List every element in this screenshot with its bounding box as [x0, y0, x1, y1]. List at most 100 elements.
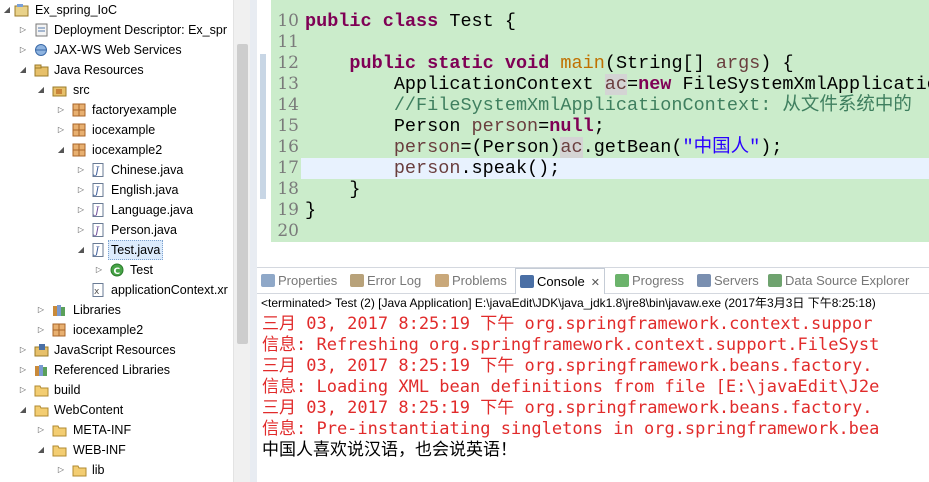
tree-item-label: Test — [130, 263, 153, 277]
project-explorer: ◢ Ex_spring_IoC ▷ Deployment Descriptor:… — [0, 0, 233, 482]
collapse-arrow-icon[interactable]: ▷ — [56, 120, 66, 140]
variable-occurrence: ac — [604, 74, 627, 95]
scrollbar-thumb[interactable] — [237, 44, 248, 344]
tree-item-package-iocexample[interactable]: ▷ iocexample — [0, 120, 233, 140]
tree-item-label: Ex_spring_IoC — [35, 3, 117, 17]
tab-data-source-explorer[interactable]: Data Source Explorer — [768, 268, 909, 294]
line-number-gutter: 10 11 12 13 14 15 16 17 18 19 20 — [271, 0, 301, 242]
tab-servers[interactable]: Servers — [697, 268, 759, 294]
tree-item-package-iocexample2-2[interactable]: ▷ iocexample2 — [0, 320, 233, 340]
tree-item-deployment-descriptor[interactable]: ▷ Deployment Descriptor: Ex_spr — [0, 20, 233, 40]
code-text: =(Person) — [460, 137, 561, 158]
tab-console[interactable]: Console ✕ — [515, 268, 605, 294]
svg-text:x: x — [94, 287, 100, 297]
tree-item-label: English.java — [111, 183, 179, 197]
code-line-14[interactable]: //FileSystemXmlApplicationContext: 从文件系统… — [305, 95, 912, 116]
expand-arrow-icon[interactable]: ◢ — [56, 140, 66, 160]
tree-item-webcontent[interactable]: ◢ WebContent — [0, 400, 233, 420]
tree-item-javascript-resources[interactable]: ▷ JavaScript Resources — [0, 340, 233, 360]
tab-label: Problems — [452, 273, 507, 288]
tree-item-test-class[interactable]: ▷ C Test — [0, 260, 233, 280]
code-line-12[interactable]: public static void main(String[] args) { — [305, 53, 793, 74]
console-output[interactable]: 三月 03, 2017 8:25:19 下午 org.springframewo… — [257, 312, 929, 482]
collapse-arrow-icon[interactable]: ▷ — [18, 360, 28, 380]
tree-item-src[interactable]: ◢ src — [0, 80, 233, 100]
console-status-line: <terminated> Test (2) [Java Application]… — [261, 296, 876, 310]
overview-ruler[interactable] — [257, 0, 271, 262]
keyword: void — [504, 53, 550, 74]
tree-item-jax-ws[interactable]: ▷ JAX-WS Web Services — [0, 40, 233, 60]
tab-error-log[interactable]: Error Log — [350, 268, 421, 294]
collapse-arrow-icon[interactable]: ▷ — [18, 20, 28, 40]
collapse-arrow-icon[interactable]: ▷ — [76, 220, 86, 240]
tree-item-lib[interactable]: ▷ lib — [0, 460, 233, 480]
expand-arrow-icon[interactable]: ◢ — [36, 440, 46, 460]
line-number: 14 — [277, 95, 299, 115]
code-text: } — [305, 200, 317, 221]
tree-item-applicationcontext-xml[interactable]: x applicationContext.xr — [0, 280, 233, 300]
tree-item-test-java[interactable]: ◢ J Test.java — [0, 240, 233, 260]
tree-item-project[interactable]: ◢ Ex_spring_IoC — [0, 0, 233, 20]
tab-properties[interactable]: Properties — [261, 268, 337, 294]
collapse-arrow-icon[interactable]: ▷ — [18, 340, 28, 360]
tree-item-java-resources[interactable]: ◢ Java Resources — [0, 60, 233, 80]
collapse-arrow-icon[interactable]: ▷ — [76, 180, 86, 200]
tree-item-language-java[interactable]: ▷ J Language.java — [0, 200, 233, 220]
keyword: class — [382, 11, 439, 32]
collapse-arrow-icon[interactable]: ▷ — [36, 420, 46, 440]
tree-item-libraries[interactable]: ▷ Libraries — [0, 300, 233, 320]
code-text: ; — [593, 116, 605, 137]
collapse-arrow-icon[interactable]: ▷ — [18, 40, 28, 60]
code-line-10[interactable]: public class Test { — [305, 11, 516, 32]
tree-item-chinese-java[interactable]: ▷ J Chinese.java — [0, 160, 233, 180]
tree-item-meta-inf[interactable]: ▷ META-INF — [0, 420, 233, 440]
tree-item-package-iocexample2[interactable]: ◢ iocexample2 — [0, 140, 233, 160]
collapse-arrow-icon[interactable]: ▷ — [36, 300, 46, 320]
method-name: main — [560, 53, 605, 74]
code-line-18[interactable]: } — [305, 179, 360, 200]
code-line-17[interactable]: person.speak(); — [305, 158, 561, 179]
keyword: static — [427, 53, 494, 74]
code-line-13[interactable]: ApplicationContext ac=new FileSystemXmlA… — [305, 74, 929, 95]
console-line: 信息: Refreshing org.springframework.conte… — [262, 335, 880, 355]
svg-text:J: J — [93, 206, 100, 217]
collapse-arrow-icon[interactable]: ▷ — [18, 380, 28, 400]
keyword: public — [305, 11, 372, 32]
view-divider — [250, 0, 257, 482]
expand-arrow-icon[interactable]: ◢ — [76, 240, 86, 260]
collapse-arrow-icon[interactable]: ▷ — [94, 260, 104, 280]
string-literal: "中国人" — [682, 137, 761, 158]
code-line-16[interactable]: person=(Person)ac.getBean("中国人"); — [305, 137, 782, 158]
collapse-arrow-icon[interactable]: ▷ — [36, 320, 46, 340]
explorer-scrollbar[interactable] — [233, 0, 250, 482]
close-icon[interactable]: ✕ — [591, 277, 600, 289]
tab-progress[interactable]: Progress — [615, 268, 684, 294]
expand-arrow-icon[interactable]: ◢ — [36, 80, 46, 100]
line-number: 19 — [277, 200, 299, 220]
parameter: args — [715, 53, 761, 74]
tree-item-web-inf[interactable]: ◢ WEB-INF — [0, 440, 233, 460]
variable: person — [393, 137, 461, 158]
tab-problems[interactable]: Problems — [435, 268, 507, 294]
code-text: ); — [760, 137, 783, 158]
collapse-arrow-icon[interactable]: ▷ — [76, 200, 86, 220]
collapse-arrow-icon[interactable]: ▷ — [56, 100, 66, 120]
tab-label: Properties — [278, 273, 338, 288]
code-line-19[interactable]: } — [305, 200, 316, 221]
tree-item-build[interactable]: ▷ build — [0, 380, 233, 400]
expand-arrow-icon[interactable]: ◢ — [18, 60, 28, 80]
code-line-15[interactable]: Person person=null; — [305, 116, 605, 137]
code-text: Person — [393, 116, 472, 137]
collapse-arrow-icon[interactable]: ▷ — [56, 460, 66, 480]
tree-item-package-factoryexample[interactable]: ▷ factoryexample — [0, 100, 233, 120]
change-marker — [260, 54, 266, 199]
expand-arrow-icon[interactable]: ◢ — [18, 400, 28, 420]
console-icon — [520, 275, 534, 288]
code-editor[interactable]: 10 11 12 13 14 15 16 17 18 19 20 public … — [257, 0, 929, 262]
collapse-arrow-icon[interactable]: ▷ — [76, 160, 86, 180]
tree-item-english-java[interactable]: ▷ J English.java — [0, 180, 233, 200]
java-file-icon: J — [91, 163, 106, 177]
tree-item-referenced-libraries[interactable]: ▷ Referenced Libraries — [0, 360, 233, 380]
tree-item-person-java[interactable]: ▷ J Person.java — [0, 220, 233, 240]
expand-arrow-icon[interactable]: ◢ — [2, 0, 12, 20]
